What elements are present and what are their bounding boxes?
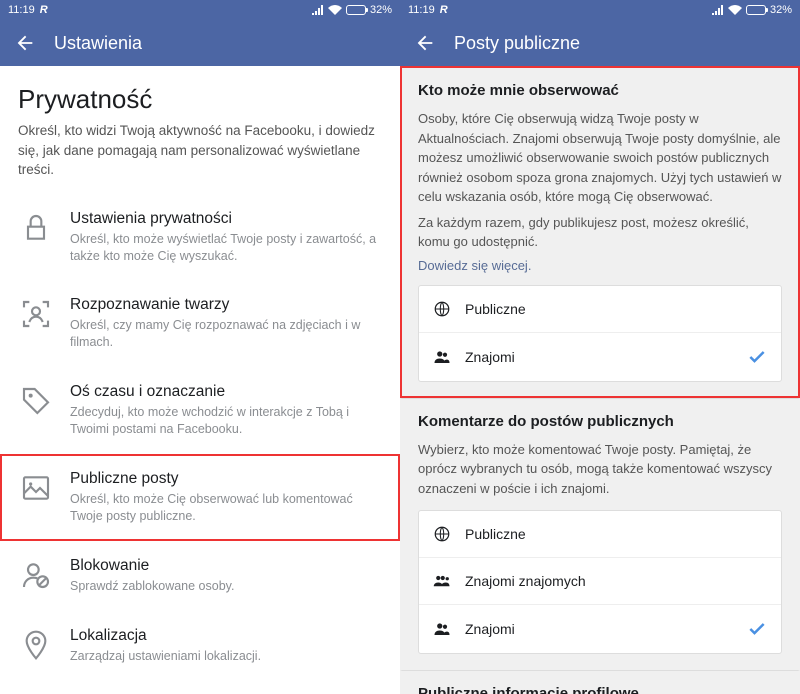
menu-item-desc: Określ, kto może wyświetlać Twoje posty …: [70, 231, 380, 265]
menu-blocking[interactable]: Blokowanie Sprawdź zablokowane osoby.: [0, 541, 400, 611]
menu-face-recognition[interactable]: Rozpoznawanie twarzy Określ, czy mamy Ci…: [0, 280, 400, 367]
app-badge-icon: R: [40, 4, 48, 16]
section-who-can-follow: Kto może mnie obserwować Osoby, które Ci…: [400, 66, 800, 398]
option-friends[interactable]: Znajomi: [419, 605, 781, 653]
option-list-comments: Publiczne Znajomi znajomych Znajomi: [418, 510, 782, 654]
app-bar-title: Ustawienia: [54, 33, 142, 54]
check-icon: [747, 347, 767, 367]
privacy-header: Prywatność Określ, kto widzi Twoją aktyw…: [0, 66, 400, 194]
status-bar: 11:19 R 32%: [0, 0, 400, 20]
image-icon: [20, 472, 56, 504]
friends-icon: [433, 620, 455, 638]
friends-icon: [433, 348, 455, 366]
menu-item-desc: Sprawdź zablokowane osoby.: [70, 578, 380, 595]
option-label: Znajomi: [465, 621, 747, 637]
globe-icon: [433, 300, 455, 318]
menu-item-title: Oś czasu i oznaczanie: [70, 383, 380, 401]
page-desc: Określ, kto widzi Twoją aktywność na Fac…: [18, 121, 382, 180]
menu-public-posts[interactable]: Publiczne posty Określ, kto może Cię obs…: [0, 454, 400, 541]
menu-item-desc: Określ, czy mamy Cię rozpoznawać na zdję…: [70, 317, 380, 351]
app-bar: Posty publiczne: [400, 20, 800, 66]
option-label: Publiczne: [465, 526, 767, 542]
battery-percent: 32%: [370, 4, 392, 16]
location-icon: [20, 629, 56, 661]
section-public-comments: Komentarze do postów publicznych Wybierz…: [400, 398, 800, 671]
status-right: 32%: [312, 4, 392, 16]
back-icon[interactable]: [14, 32, 36, 54]
user-block-icon: [20, 559, 56, 591]
signal-icon: [312, 5, 324, 15]
option-friends[interactable]: Znajomi: [419, 333, 781, 381]
status-left: 11:19 R: [408, 4, 448, 16]
app-bar-title: Posty publiczne: [454, 33, 580, 54]
menu-item-title: Rozpoznawanie twarzy: [70, 296, 380, 314]
menu-item-title: Blokowanie: [70, 557, 380, 575]
status-bar: 11:19 R 32%: [400, 0, 800, 20]
app-bar: Ustawienia: [0, 20, 400, 66]
signal-icon: [712, 5, 724, 15]
option-label: Znajomi znajomych: [465, 573, 767, 589]
wifi-icon: [328, 5, 342, 15]
status-right: 32%: [712, 4, 792, 16]
friends-of-friends-icon: [433, 572, 455, 590]
page-title: Prywatność: [18, 84, 382, 115]
menu-item-title: Publiczne posty: [70, 470, 380, 488]
menu-location[interactable]: Lokalizacja Zarządzaj ustawieniami lokal…: [0, 611, 400, 681]
option-label: Publiczne: [465, 301, 767, 317]
content-left: Prywatność Określ, kto widzi Twoją aktyw…: [0, 66, 400, 694]
section-desc: Wybierz, kto może komentować Twoje posty…: [418, 440, 782, 499]
option-friends-of-friends[interactable]: Znajomi znajomych: [419, 558, 781, 605]
globe-icon: [433, 525, 455, 543]
face-scan-icon: [20, 298, 56, 330]
option-public[interactable]: Publiczne: [419, 286, 781, 333]
section-desc2: Za każdym razem, gdy publikujesz post, m…: [418, 213, 782, 252]
tag-icon: [20, 385, 56, 417]
option-list-follow: Publiczne Znajomi: [418, 285, 782, 382]
status-left: 11:19 R: [8, 4, 48, 16]
section-title: Publiczne informacje profilowe: [418, 685, 782, 694]
battery-icon: [746, 5, 766, 15]
option-public[interactable]: Publiczne: [419, 511, 781, 558]
menu-item-desc: Zarządzaj ustawieniami lokalizacji.: [70, 648, 380, 665]
screen-left: 11:19 R 32% Ustawienia Prywatność Określ…: [0, 0, 400, 694]
status-time: 11:19: [408, 4, 435, 16]
section-title: Kto może mnie obserwować: [418, 82, 782, 99]
content-right: Kto może mnie obserwować Osoby, które Ci…: [400, 66, 800, 694]
menu-timeline-tagging[interactable]: Oś czasu i oznaczanie Zdecyduj, kto może…: [0, 367, 400, 454]
back-icon[interactable]: [414, 32, 436, 54]
lock-icon: [20, 212, 56, 244]
menu-item-title: Lokalizacja: [70, 627, 380, 645]
menu-item-desc: Określ, kto może Cię obserwować lub kome…: [70, 491, 380, 525]
menu-item-desc: Zdecyduj, kto może wchodzić w interakcje…: [70, 404, 380, 438]
section-title: Komentarze do postów publicznych: [418, 413, 782, 430]
option-label: Znajomi: [465, 349, 747, 365]
menu-privacy-settings[interactable]: Ustawienia prywatności Określ, kto może …: [0, 194, 400, 281]
check-icon: [747, 619, 767, 639]
menu-item-title: Ustawienia prywatności: [70, 210, 380, 228]
section-desc: Osoby, które Cię obserwują widzą Twoje p…: [418, 109, 782, 207]
app-badge-icon: R: [440, 4, 448, 16]
section-public-profile-info: Publiczne informacje profilowe: [400, 670, 800, 694]
learn-more-link[interactable]: Dowiedz się więcej.: [418, 258, 782, 273]
screen-right: 11:19 R 32% Posty publiczne Kto może mni…: [400, 0, 800, 694]
status-time: 11:19: [8, 4, 35, 16]
menu-activity-status[interactable]: Status aktywności: [0, 680, 400, 694]
battery-percent: 32%: [770, 4, 792, 16]
wifi-icon: [728, 5, 742, 15]
battery-icon: [346, 5, 366, 15]
